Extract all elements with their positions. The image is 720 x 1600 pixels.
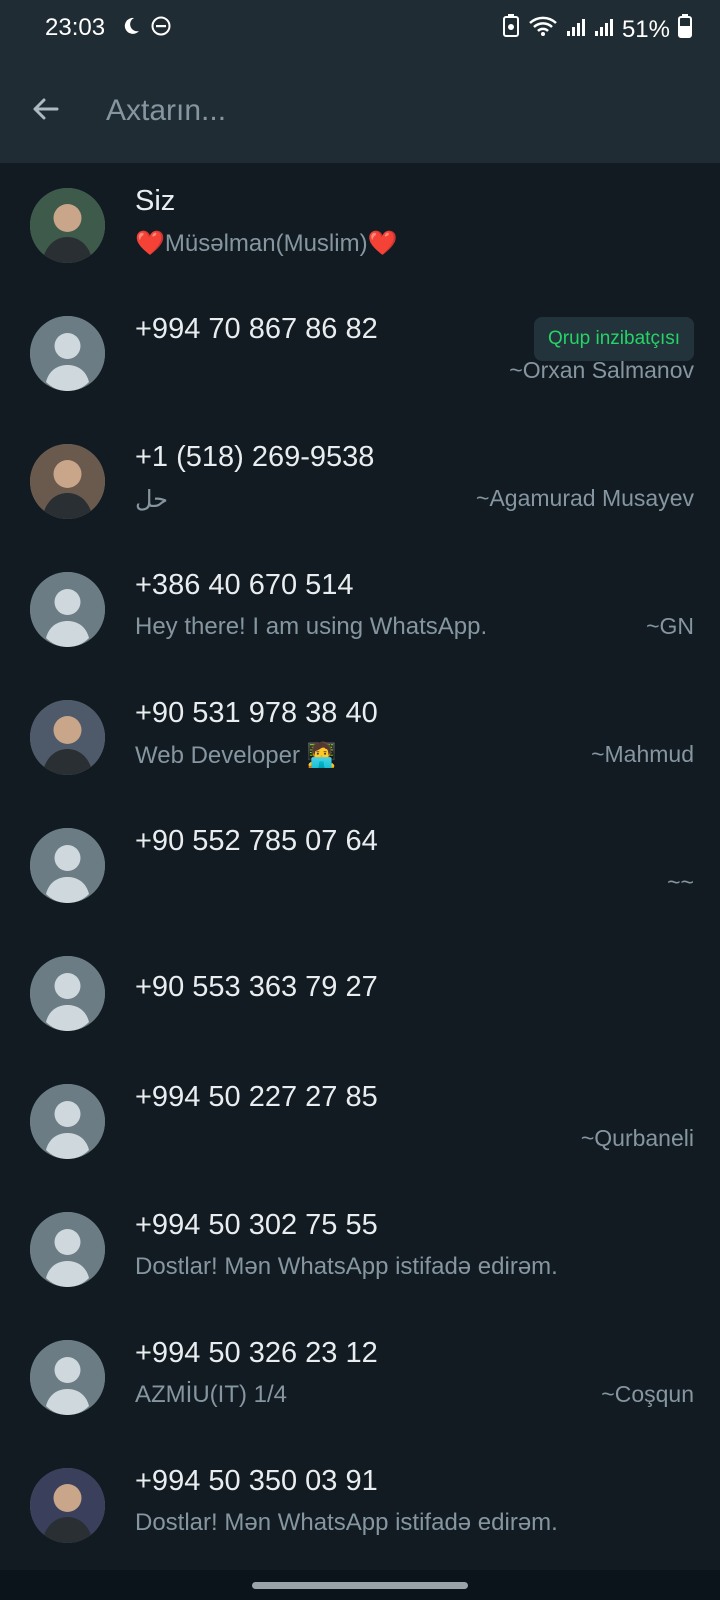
contact-row[interactable]: +994 50 302 75 55 Dostlar! Mən WhatsApp i… (0, 1187, 720, 1315)
battery-icon (678, 14, 692, 45)
default-avatar-icon (30, 1212, 105, 1287)
contact-row[interactable]: +994 50 350 03 91 Dostlar! Mən WhatsApp i… (0, 1443, 720, 1571)
contact-status: Dostlar! Mən WhatsApp istifadə edirəm. (135, 1509, 558, 1536)
contact-pushname: ~Coşqun (601, 1381, 694, 1407)
back-button[interactable] (22, 88, 68, 134)
contact-name: +994 50 350 03 91 (135, 1465, 378, 1497)
contact-name: +90 553 363 79 27 (135, 971, 378, 1003)
signal-icon-2 (594, 16, 614, 44)
contact-pushname: ~~ (667, 869, 694, 895)
contact-list: Siz ❤️Müsəlman(Muslim)❤️ +994 70 867 86 82… (0, 163, 720, 1571)
contact-row[interactable]: Siz ❤️Müsəlman(Muslim)❤️ (0, 163, 720, 291)
avatar-photo (30, 700, 105, 775)
default-avatar-icon (30, 1084, 105, 1159)
contact-status: Dostlar! Mən WhatsApp istifadə edirəm. (135, 1253, 558, 1280)
contact-name: +1 (518) 269-9538 (135, 441, 375, 473)
search-toolbar (0, 58, 720, 163)
contact-name: +994 50 326 23 12 (135, 1337, 378, 1369)
do-not-disturb-icon (150, 15, 172, 42)
contact-name: +994 50 302 75 55 (135, 1209, 378, 1241)
contact-row[interactable]: +994 50 326 23 12 AZMİU(IT) 1/4 ~Coşqun (0, 1315, 720, 1443)
contact-status: Hey there! I am using WhatsApp. (135, 613, 488, 640)
avatar-photo (30, 1468, 105, 1543)
status-bar: 23:03 51% (0, 0, 720, 58)
default-avatar-icon (30, 572, 105, 647)
status-right-icons: 51% (502, 14, 692, 45)
contact-row[interactable]: +90 553 363 79 27 (0, 931, 720, 1059)
default-avatar-icon (30, 316, 105, 391)
contact-name: +994 70 867 86 82 (135, 313, 378, 345)
contact-name: +90 552 785 07 64 (135, 825, 378, 857)
contact-row[interactable]: +90 552 785 07 64 ~~ (0, 803, 720, 931)
contact-pushname: ~Orxan Salmanov (509, 357, 694, 383)
default-avatar-icon (30, 1340, 105, 1415)
arrow-back-icon (29, 93, 61, 130)
contact-pushname: ~Qurbaneli (580, 1125, 694, 1151)
contact-name: Siz (135, 185, 176, 217)
contact-name: +90 531 978 38 40 (135, 697, 378, 729)
moon-icon (120, 15, 142, 42)
contact-status: AZMİU(IT) 1/4 (135, 1381, 288, 1408)
default-avatar-icon (30, 828, 105, 903)
search-input[interactable] (104, 86, 688, 136)
wifi-icon (528, 15, 558, 44)
home-indicator[interactable] (252, 1582, 468, 1589)
avatar-photo (30, 188, 105, 263)
avatar-photo (30, 444, 105, 519)
contact-pushname: ~Mahmud (591, 741, 694, 767)
contact-row[interactable]: +90 531 978 38 40 Web Developer 🧑‍💻 ~Mahmu… (0, 675, 720, 803)
battery-percentage: 51% (621, 15, 670, 43)
contact-pushname: ~Agamurad Musayev (476, 485, 694, 511)
default-avatar-icon (30, 956, 105, 1031)
contact-row[interactable]: +386 40 670 514 Hey there! I am using Wha… (0, 547, 720, 675)
contact-name: +994 50 227 27 85 (135, 1081, 378, 1113)
battery-saver-icon (502, 14, 520, 45)
contact-row[interactable]: +994 50 227 27 85 ~Qurbaneli (0, 1059, 720, 1187)
signal-icon-1 (566, 16, 586, 44)
status-left-icons (120, 15, 172, 42)
contact-row[interactable]: +994 70 867 86 82 ~Orxan Salmanov Qrup inz… (0, 291, 720, 419)
group-admin-badge: Qrup inzibatçısı (534, 317, 694, 361)
contact-status: Web Developer 🧑‍💻 (135, 742, 337, 769)
contact-name: +386 40 670 514 (135, 569, 354, 601)
contact-row[interactable]: +1 (518) 269-9538 حل ~Agamurad Musayev (0, 419, 720, 547)
contact-pushname: ~GN (646, 613, 694, 639)
contact-status: حل (135, 486, 169, 513)
contact-status: ❤️Müsəlman(Muslim)❤️ (135, 230, 398, 257)
status-time: 23:03 (45, 14, 106, 41)
